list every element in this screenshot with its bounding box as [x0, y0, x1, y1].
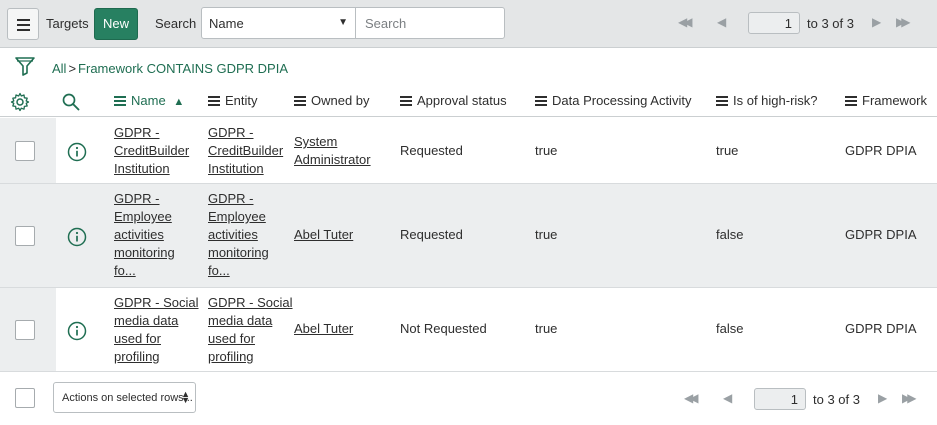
table-header: Name ▲ Entity Owned by Approval status D…: [0, 86, 937, 117]
data-processing-activity-cell: true: [535, 321, 558, 336]
actions-select-label: Actions on selected rows...: [62, 392, 193, 404]
high-risk-cell: false: [716, 227, 744, 242]
search-label: Search: [155, 16, 197, 31]
new-button[interactable]: New: [94, 8, 138, 40]
sort-ascending-icon: ▲: [173, 96, 185, 108]
framework-cell: GDPR DPIA: [845, 227, 917, 242]
last-page-icon[interactable]: ▶▶: [902, 391, 917, 405]
page-range-text: to 3 of 3: [807, 16, 854, 31]
list-header-bar: Targets New Search Name ▼ ◀◀ ◀ to 3 of 3…: [0, 0, 937, 48]
data-processing-activity-cell: true: [535, 227, 558, 242]
record-name-link[interactable]: GDPR - CreditBuilder Institution: [114, 124, 194, 178]
approval-status-cell: Requested: [400, 143, 463, 158]
owner-link[interactable]: Abel Tuter: [294, 226, 353, 244]
breadcrumb-separator: >: [68, 61, 77, 76]
breadcrumb-condition[interactable]: Framework CONTAINS GDPR DPIA: [78, 61, 288, 76]
next-page-icon[interactable]: ▶: [878, 391, 887, 405]
page-number-input[interactable]: [754, 388, 806, 410]
column-header-data-processing-activity[interactable]: Data Processing Activity: [535, 93, 691, 108]
next-page-icon[interactable]: ▶: [872, 15, 881, 29]
column-menu-icon[interactable]: [294, 96, 306, 106]
column-menu-icon[interactable]: [114, 96, 126, 106]
column-header-name[interactable]: Name ▲: [114, 93, 184, 108]
first-page-icon[interactable]: ◀◀: [678, 15, 693, 29]
owner-link[interactable]: System Administrator: [294, 133, 371, 169]
filter-icon[interactable]: [14, 55, 36, 77]
search-field-value: Name: [209, 16, 244, 31]
page-range-text: to 3 of 3: [813, 392, 860, 407]
breadcrumb-all[interactable]: All: [52, 61, 66, 76]
approval-status-cell: Not Requested: [400, 321, 487, 336]
top-pagination: ◀◀ ◀ to 3 of 3 ▶ ▶▶: [678, 12, 911, 36]
info-icon[interactable]: [67, 142, 87, 162]
dropdown-caret-icon: ▼: [338, 17, 348, 28]
page-number-input[interactable]: [748, 12, 800, 34]
select-updown-icon: ▲ ▼: [181, 389, 190, 405]
info-icon[interactable]: [67, 321, 87, 341]
row-checkbox[interactable]: [15, 141, 35, 161]
previous-page-icon[interactable]: ◀: [723, 391, 732, 405]
column-header-is-high-risk[interactable]: Is of high-risk?: [716, 93, 818, 108]
entity-link[interactable]: GDPR - Social media data used for profiling: [208, 294, 298, 366]
search-icon[interactable]: [61, 92, 81, 112]
search-field-select[interactable]: Name ▼: [201, 7, 356, 39]
list-title: Targets: [46, 16, 89, 31]
search-input[interactable]: [355, 7, 505, 39]
hamburger-icon: [17, 19, 30, 21]
entity-link[interactable]: GDPR - CreditBuilder Institution: [208, 124, 288, 178]
column-menu-icon[interactable]: [400, 96, 412, 106]
column-menu-icon[interactable]: [208, 96, 220, 106]
owner-link[interactable]: Abel Tuter: [294, 320, 353, 338]
framework-cell: GDPR DPIA: [845, 143, 917, 158]
last-page-icon[interactable]: ▶▶: [896, 15, 911, 29]
column-header-framework[interactable]: Framework: [845, 93, 927, 108]
record-name-link[interactable]: GDPR - Employee activities monitoring fo...: [114, 190, 194, 280]
table-row: GDPR - Employee activities monitoring fo... …: [0, 184, 937, 288]
list-menu-button[interactable]: [7, 8, 39, 40]
table-row: GDPR - CreditBuilder Institution GDPR - Cre…: [0, 118, 937, 184]
info-icon[interactable]: [67, 227, 87, 247]
column-header-approval-status[interactable]: Approval status: [400, 93, 507, 108]
column-header-entity[interactable]: Entity: [208, 93, 258, 108]
column-menu-icon[interactable]: [845, 96, 857, 106]
actions-select[interactable]: Actions on selected rows... ▲ ▼: [53, 382, 196, 413]
select-all-checkbox[interactable]: [15, 388, 35, 408]
first-page-icon[interactable]: ◀◀: [684, 391, 699, 405]
high-risk-cell: false: [716, 321, 744, 336]
gear-icon[interactable]: [10, 92, 30, 112]
row-checkbox[interactable]: [15, 226, 35, 246]
filter-breadcrumb-row: All > Framework CONTAINS GDPR DPIA: [0, 49, 937, 86]
framework-cell: GDPR DPIA: [845, 321, 917, 336]
column-menu-icon[interactable]: [716, 96, 728, 106]
approval-status-cell: Requested: [400, 227, 463, 242]
column-header-owned-by[interactable]: Owned by: [294, 93, 370, 108]
record-name-link[interactable]: GDPR - Social media data used for profiling: [114, 294, 204, 366]
bottom-pagination: ◀◀ ◀ to 3 of 3 ▶ ▶▶: [684, 388, 924, 412]
column-menu-icon[interactable]: [535, 96, 547, 106]
breadcrumb: All > Framework CONTAINS GDPR DPIA: [52, 61, 288, 76]
row-checkbox[interactable]: [15, 320, 35, 340]
table-row: GDPR - Social media data used for profiling…: [0, 288, 937, 372]
entity-link[interactable]: GDPR - Employee activities monitoring fo...: [208, 190, 288, 280]
data-processing-activity-cell: true: [535, 143, 558, 158]
high-risk-cell: true: [716, 143, 739, 158]
previous-page-icon[interactable]: ◀: [717, 15, 726, 29]
